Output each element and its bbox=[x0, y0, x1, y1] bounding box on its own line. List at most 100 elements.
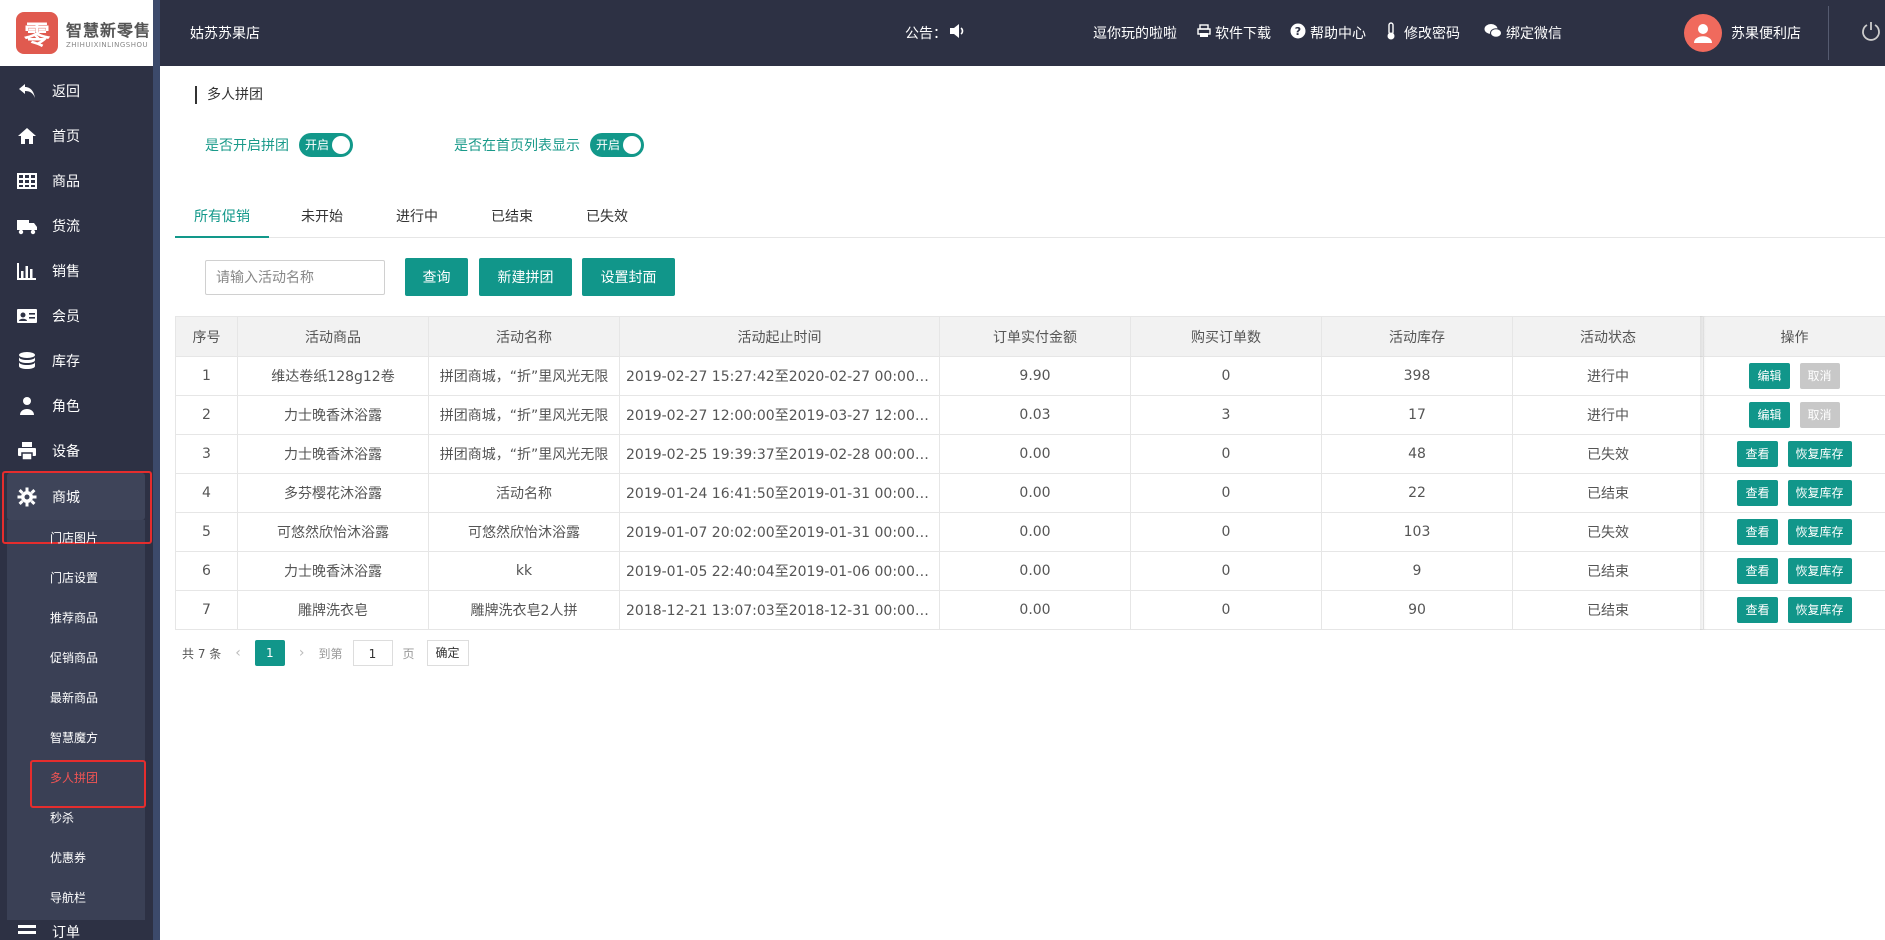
sidebar-item-devices[interactable]: 设备 bbox=[0, 428, 153, 473]
col-header: 活动状态 bbox=[1512, 316, 1704, 357]
power-icon bbox=[1860, 20, 1882, 46]
sidebar-item-sales[interactable]: 销售 bbox=[0, 248, 153, 293]
sidebar-item-logistics[interactable]: 货流 bbox=[0, 203, 153, 248]
table-row: 4 多芬樱花沐浴露 活动名称 2019-01-24 16:41:50至2019-01-… bbox=[175, 473, 1885, 513]
cell-orders: 0 bbox=[1130, 551, 1322, 591]
grid-icon bbox=[16, 170, 38, 192]
submenu-store-images[interactable]: 门店图片 bbox=[50, 528, 98, 548]
pager-goto-input[interactable]: 1 bbox=[352, 640, 393, 666]
show-on-home-switch[interactable]: 开启 bbox=[590, 133, 644, 157]
sidebar-item-label: 订单 bbox=[52, 925, 80, 940]
pager-confirm-button[interactable]: 确定 bbox=[426, 640, 469, 666]
show-on-home-label: 是否在首页列表显示 bbox=[454, 138, 580, 154]
table-row: 2 力士晚香沐浴露 拼团商城，“折”里风光无限 2019-02-27 12:00:00… bbox=[175, 395, 1885, 435]
promotion-tabs: 所有促销 未开始 进行中 已结束 已失效 bbox=[175, 196, 1885, 238]
new-group-buy-button[interactable]: 新建拼团 bbox=[479, 258, 572, 296]
fixed-column-shadow bbox=[1700, 316, 1706, 630]
truck-icon bbox=[16, 215, 38, 237]
sidebar-item-products[interactable]: 商品 bbox=[0, 158, 153, 203]
edit-button[interactable]: 编辑 bbox=[1749, 402, 1790, 428]
speaker-icon bbox=[949, 23, 967, 43]
submenu-flash-sale[interactable]: 秒杀 bbox=[50, 808, 74, 828]
restore-stock-button[interactable]: 恢复库存 bbox=[1787, 480, 1852, 506]
enable-group-buy-switch[interactable]: 开启 bbox=[299, 133, 353, 157]
cell-product: 雕牌洗衣皂 bbox=[237, 590, 429, 630]
cell-amount: 9.90 bbox=[939, 356, 1131, 396]
set-cover-button[interactable]: 设置封面 bbox=[582, 258, 675, 296]
activity-table: 序号 活动商品 活动名称 活动起止时间 订单实付金额 购买订单数 活动库存 活动… bbox=[175, 316, 1885, 630]
sidebar-item-back[interactable]: 返回 bbox=[0, 68, 153, 113]
view-button[interactable]: 查看 bbox=[1737, 519, 1778, 545]
software-download-link[interactable]: 软件下载 bbox=[1197, 0, 1271, 66]
cell-amount: 0.00 bbox=[939, 434, 1131, 474]
enable-group-buy-row: 是否开启拼团 开启 bbox=[205, 133, 353, 157]
cell-orders: 0 bbox=[1130, 590, 1322, 630]
submenu-smart-cube[interactable]: 智慧魔方 bbox=[50, 728, 98, 748]
notice-label: 公告： bbox=[905, 26, 947, 42]
tab-expired[interactable]: 已失效 bbox=[572, 196, 642, 238]
submenu-coupons[interactable]: 优惠券 bbox=[50, 848, 86, 868]
cell-stock: 48 bbox=[1321, 434, 1513, 474]
sidebar-item-roles[interactable]: 角色 bbox=[0, 383, 153, 428]
tab-not-started[interactable]: 未开始 bbox=[287, 196, 357, 238]
sidebar-item-inventory[interactable]: 库存 bbox=[0, 338, 153, 383]
cell-status: 进行中 bbox=[1512, 395, 1704, 435]
sidebar-item-orders[interactable]: 订单 bbox=[0, 924, 153, 940]
tab-all[interactable]: 所有促销 bbox=[175, 196, 269, 238]
col-header: 购买订单数 bbox=[1130, 316, 1322, 357]
printer-icon bbox=[16, 440, 38, 462]
cancel-button[interactable]: 取消 bbox=[1799, 402, 1840, 428]
sidebar-scrollbar[interactable] bbox=[153, 0, 160, 940]
header-link-joke[interactable]: 逗你玩的啦啦 bbox=[1093, 0, 1177, 66]
submenu-store-settings[interactable]: 门店设置 bbox=[50, 568, 98, 588]
view-button[interactable]: 查看 bbox=[1737, 558, 1778, 584]
cell-no: 3 bbox=[175, 434, 238, 474]
cell-operations: 查看 恢复库存 bbox=[1703, 473, 1885, 513]
view-button[interactable]: 查看 bbox=[1737, 597, 1778, 623]
restore-stock-button[interactable]: 恢复库存 bbox=[1787, 519, 1852, 545]
user-menu[interactable]: 苏果便利店 bbox=[1684, 0, 1801, 66]
help-center-link[interactable]: ? 帮助中心 bbox=[1290, 0, 1366, 66]
submenu-navbar[interactable]: 导航栏 bbox=[50, 888, 86, 908]
pager-current-page[interactable]: 1 bbox=[254, 640, 285, 666]
sidebar-item-label: 商品 bbox=[52, 173, 80, 190]
col-header: 活动商品 bbox=[237, 316, 429, 357]
cell-time: 2018-12-21 13:07:03至2018-12-31 00:00:00 bbox=[619, 590, 940, 630]
submenu-recommended[interactable]: 推荐商品 bbox=[50, 608, 98, 628]
cell-stock: 398 bbox=[1321, 356, 1513, 396]
prev-page-icon[interactable]: ‹ bbox=[235, 645, 241, 661]
header-divider bbox=[1828, 6, 1829, 60]
query-button[interactable]: 查询 bbox=[405, 258, 468, 296]
next-page-icon[interactable]: › bbox=[299, 645, 305, 661]
submenu-promotions[interactable]: 促销商品 bbox=[50, 648, 98, 668]
sidebar-item-members[interactable]: 会员 bbox=[0, 293, 153, 338]
view-button[interactable]: 查看 bbox=[1737, 441, 1778, 467]
bind-wechat-link[interactable]: 绑定微信 bbox=[1484, 0, 1562, 66]
cell-orders: 0 bbox=[1130, 512, 1322, 552]
restore-stock-button[interactable]: 恢复库存 bbox=[1787, 558, 1852, 584]
group-buy-highlight-box bbox=[30, 760, 146, 808]
sidebar-item-home[interactable]: 首页 bbox=[0, 113, 153, 158]
change-password-link[interactable]: 修改密码 bbox=[1386, 0, 1460, 66]
notice[interactable]: 公告： bbox=[905, 0, 967, 66]
switch-knob bbox=[332, 136, 350, 154]
search-input[interactable] bbox=[205, 260, 385, 295]
pagination: 共 7 条 ‹ 1 › 到第 1 页 确定 bbox=[182, 640, 469, 666]
switch-label: 开启 bbox=[596, 138, 621, 152]
sidebar-item-label: 货流 bbox=[52, 218, 80, 235]
pager-goto-label: 到第 bbox=[318, 646, 343, 661]
restore-stock-button[interactable]: 恢复库存 bbox=[1787, 597, 1852, 623]
tab-ended[interactable]: 已结束 bbox=[477, 196, 547, 238]
view-button[interactable]: 查看 bbox=[1737, 480, 1778, 506]
tab-in-progress[interactable]: 进行中 bbox=[382, 196, 452, 238]
cell-amount: 0.03 bbox=[939, 395, 1131, 435]
software-download-label: 软件下载 bbox=[1215, 26, 1271, 42]
edit-button[interactable]: 编辑 bbox=[1749, 363, 1790, 389]
cancel-button[interactable]: 取消 bbox=[1799, 363, 1840, 389]
submenu-newest[interactable]: 最新商品 bbox=[50, 688, 98, 708]
cell-product: 力士晚香沐浴露 bbox=[237, 551, 429, 591]
top-header: 姑苏苏果店 公告： 逗你玩的啦啦 软件下载 ? 帮助中心 修改密码 绑定微信 苏… bbox=[160, 0, 1885, 66]
restore-stock-button[interactable]: 恢复库存 bbox=[1787, 441, 1852, 467]
power-button[interactable] bbox=[1860, 0, 1882, 66]
sidebar-item-label: 首页 bbox=[52, 128, 80, 145]
